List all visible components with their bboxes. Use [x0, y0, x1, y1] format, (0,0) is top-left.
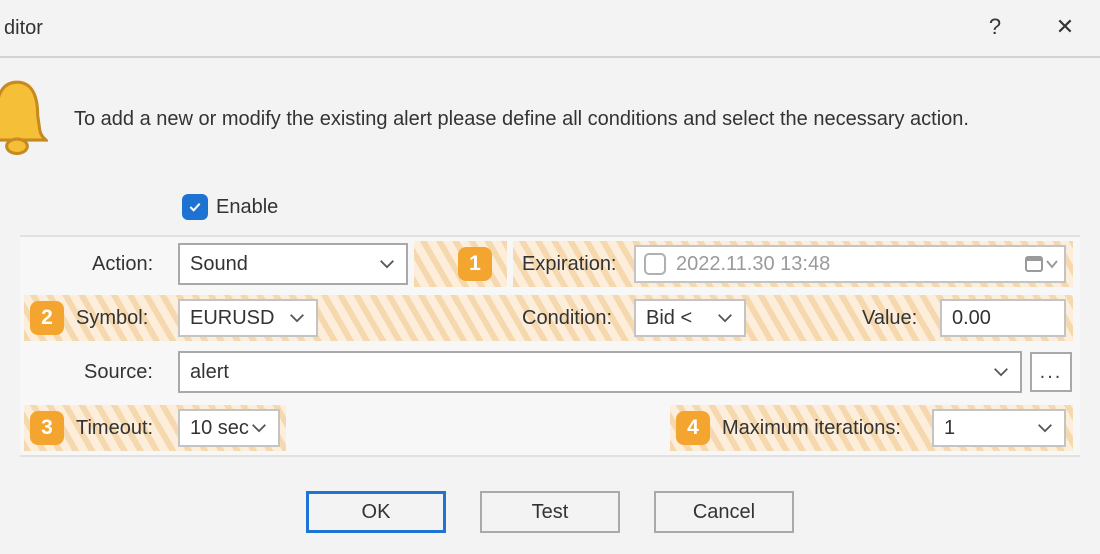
expiration-checkbox[interactable] [644, 253, 666, 275]
value-field[interactable]: 0.00 [940, 299, 1066, 337]
expiration-value: 2022.11.30 13:48 [676, 253, 830, 276]
condition-value: Bid < [646, 307, 692, 330]
dialog-body: To add a new or modify the existing aler… [0, 58, 1100, 554]
enable-row: Enable [182, 194, 278, 220]
callout-1: 1 [458, 247, 492, 281]
value-value: 0.00 [952, 307, 991, 330]
timeout-label: Timeout: [76, 417, 153, 440]
callout-4: 4 [676, 411, 710, 445]
chevron-down-icon [992, 361, 1010, 384]
callout-2: 2 [30, 301, 64, 335]
source-select[interactable]: alert [178, 351, 1022, 393]
cancel-button[interactable]: Cancel [654, 491, 794, 533]
chevron-down-icon [378, 253, 396, 276]
chevron-down-icon [288, 307, 306, 330]
source-browse-button[interactable]: ... [1030, 352, 1072, 392]
source-label: Source: [84, 361, 153, 384]
window-title: ditor [0, 17, 43, 40]
chevron-down-icon [716, 307, 734, 330]
action-select[interactable]: Sound [178, 243, 408, 285]
callout-3: 3 [30, 411, 64, 445]
action-label: Action: [92, 253, 153, 276]
condition-label: Condition: [522, 307, 612, 330]
symbol-select[interactable]: EURUSD [178, 299, 318, 337]
value-label: Value: [862, 307, 917, 330]
symbol-label: Symbol: [76, 307, 148, 330]
expiration-label: Expiration: [522, 253, 617, 276]
maxiter-label: Maximum iterations: [722, 417, 901, 440]
source-value: alert [190, 361, 229, 384]
action-value: Sound [190, 253, 248, 276]
symbol-value: EURUSD [190, 307, 274, 330]
timeout-select[interactable]: 10 sec [178, 409, 280, 447]
chevron-down-icon [250, 417, 268, 440]
settings-panel: Action: Sound 1 Expiration: 2022.11.30 1… [20, 235, 1080, 457]
footer: OK Test Cancel [0, 480, 1100, 544]
enable-label: Enable [216, 196, 278, 219]
enable-checkbox[interactable] [182, 194, 208, 220]
calendar-icon[interactable] [1024, 254, 1058, 274]
chevron-down-icon [1036, 417, 1054, 440]
title-bar: ditor ? ✕ [0, 0, 1100, 58]
bell-icon [0, 76, 48, 158]
intro-text: To add a new or modify the existing aler… [74, 106, 1070, 133]
ok-button[interactable]: OK [306, 491, 446, 533]
timeout-value: 10 sec [190, 417, 249, 440]
maxiter-select[interactable]: 1 [932, 409, 1066, 447]
test-button[interactable]: Test [480, 491, 620, 533]
help-button[interactable]: ? [960, 0, 1030, 54]
maxiter-value: 1 [944, 417, 955, 440]
expiration-field[interactable]: 2022.11.30 13:48 [634, 245, 1066, 283]
close-button[interactable]: ✕ [1030, 0, 1100, 54]
window-buttons: ? ✕ [960, 0, 1100, 58]
condition-select[interactable]: Bid < [634, 299, 746, 337]
